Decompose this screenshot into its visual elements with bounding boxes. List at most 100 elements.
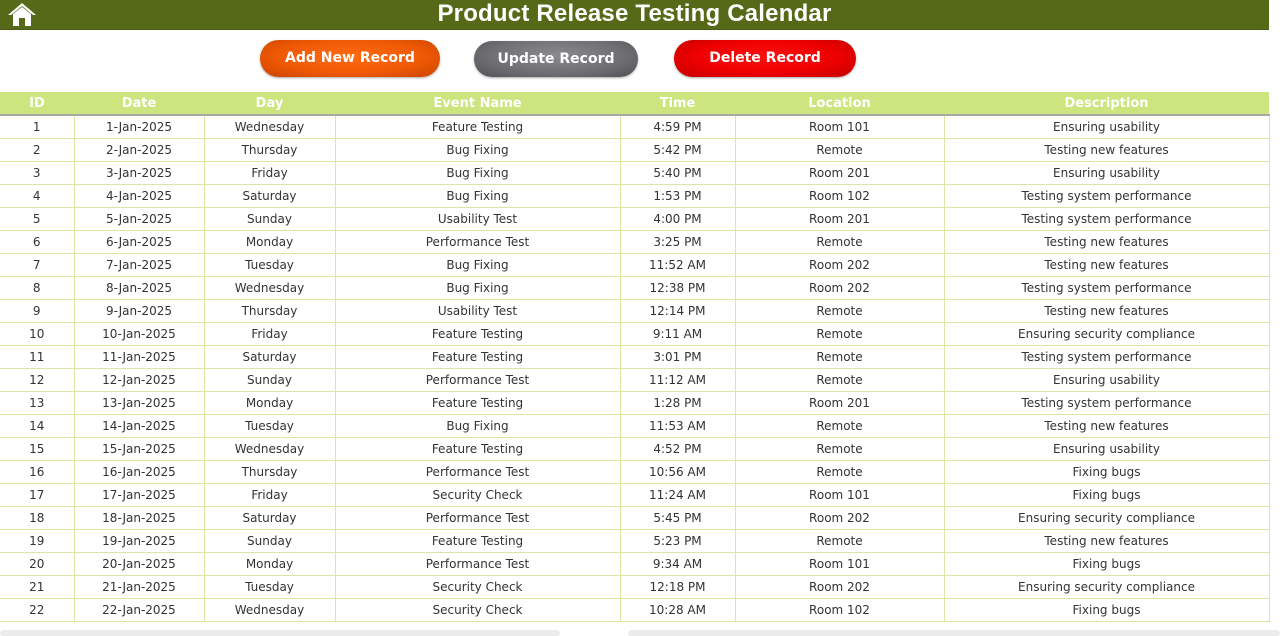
- cell-description[interactable]: Testing system performance: [944, 207, 1270, 231]
- cell-day[interactable]: Saturday: [204, 506, 336, 530]
- cell-time[interactable]: 1:28 PM: [620, 391, 736, 415]
- table-row[interactable]: 16 16-Jan-2025 Thursday Performance Test 10:…: [0, 460, 1270, 484]
- cell-description[interactable]: Ensuring usability: [944, 115, 1270, 139]
- cell-id[interactable]: 8: [0, 276, 75, 300]
- table-row[interactable]: 13 13-Jan-2025 Monday Feature Testing 1:28 P…: [0, 391, 1270, 415]
- cell-date[interactable]: 11-Jan-2025: [74, 345, 205, 369]
- cell-time[interactable]: 12:18 PM: [620, 575, 736, 599]
- cell-date[interactable]: 17-Jan-2025: [74, 483, 205, 507]
- cell-event-name[interactable]: Usability Test: [335, 299, 621, 323]
- cell-date[interactable]: 22-Jan-2025: [74, 598, 205, 622]
- cell-date[interactable]: 9-Jan-2025: [74, 299, 205, 323]
- cell-location[interactable]: Remote: [735, 437, 945, 461]
- cell-date[interactable]: 10-Jan-2025: [74, 322, 205, 346]
- cell-id[interactable]: 20: [0, 552, 75, 576]
- cell-event-name[interactable]: Feature Testing: [335, 115, 621, 139]
- cell-day[interactable]: Tuesday: [204, 253, 336, 277]
- cell-location[interactable]: Room 101: [735, 115, 945, 139]
- column-header-event-name[interactable]: Event Name: [335, 92, 620, 116]
- add-new-record-button[interactable]: Add New Record: [260, 40, 440, 77]
- cell-location[interactable]: Remote: [735, 345, 945, 369]
- cell-time[interactable]: 3:01 PM: [620, 345, 736, 369]
- cell-time[interactable]: 5:45 PM: [620, 506, 736, 530]
- cell-date[interactable]: 21-Jan-2025: [74, 575, 205, 599]
- table-row[interactable]: 4 4-Jan-2025 Saturday Bug Fixing 1:53 PM Room…: [0, 184, 1270, 208]
- cell-event-name[interactable]: Feature Testing: [335, 345, 621, 369]
- table-row[interactable]: 10 10-Jan-2025 Friday Feature Testing 9:11 A…: [0, 322, 1270, 346]
- cell-time[interactable]: 1:53 PM: [620, 184, 736, 208]
- cell-location[interactable]: Room 201: [735, 207, 945, 231]
- cell-id[interactable]: 15: [0, 437, 75, 461]
- cell-time[interactable]: 11:53 AM: [620, 414, 736, 438]
- cell-event-name[interactable]: Feature Testing: [335, 391, 621, 415]
- cell-description[interactable]: Fixing bugs: [944, 460, 1270, 484]
- table-row[interactable]: 17 17-Jan-2025 Friday Security Check 11:24 A…: [0, 483, 1270, 507]
- cell-day[interactable]: Friday: [204, 483, 336, 507]
- cell-location[interactable]: Room 202: [735, 575, 945, 599]
- cell-event-name[interactable]: Performance Test: [335, 230, 621, 254]
- cell-date[interactable]: 14-Jan-2025: [74, 414, 205, 438]
- cell-id[interactable]: 4: [0, 184, 75, 208]
- cell-location[interactable]: Room 101: [735, 552, 945, 576]
- cell-description[interactable]: Testing system performance: [944, 184, 1270, 208]
- cell-event-name[interactable]: Bug Fixing: [335, 276, 621, 300]
- cell-day[interactable]: Monday: [204, 230, 336, 254]
- cell-day[interactable]: Wednesday: [204, 598, 336, 622]
- cell-description[interactable]: Testing new features: [944, 414, 1270, 438]
- cell-id[interactable]: 13: [0, 391, 75, 415]
- cell-time[interactable]: 12:38 PM: [620, 276, 736, 300]
- cell-location[interactable]: Room 202: [735, 276, 945, 300]
- cell-day[interactable]: Saturday: [204, 184, 336, 208]
- cell-description[interactable]: Testing new features: [944, 138, 1270, 162]
- cell-event-name[interactable]: Feature Testing: [335, 322, 621, 346]
- cell-event-name[interactable]: Performance Test: [335, 460, 621, 484]
- cell-day[interactable]: Monday: [204, 391, 336, 415]
- cell-location[interactable]: Room 202: [735, 506, 945, 530]
- cell-id[interactable]: 16: [0, 460, 75, 484]
- cell-date[interactable]: 2-Jan-2025: [74, 138, 205, 162]
- cell-id[interactable]: 6: [0, 230, 75, 254]
- cell-id[interactable]: 7: [0, 253, 75, 277]
- cell-id[interactable]: 19: [0, 529, 75, 553]
- cell-time[interactable]: 10:28 AM: [620, 598, 736, 622]
- cell-day[interactable]: Sunday: [204, 529, 336, 553]
- column-header-date[interactable]: Date: [74, 92, 204, 116]
- cell-time[interactable]: 5:23 PM: [620, 529, 736, 553]
- cell-location[interactable]: Remote: [735, 529, 945, 553]
- cell-location[interactable]: Room 102: [735, 184, 945, 208]
- cell-description[interactable]: Testing system performance: [944, 276, 1270, 300]
- cell-description[interactable]: Testing new features: [944, 253, 1270, 277]
- cell-id[interactable]: 12: [0, 368, 75, 392]
- cell-day[interactable]: Saturday: [204, 345, 336, 369]
- cell-id[interactable]: 5: [0, 207, 75, 231]
- cell-id[interactable]: 1: [0, 115, 75, 139]
- cell-description[interactable]: Ensuring usability: [944, 368, 1270, 392]
- cell-time[interactable]: 9:11 AM: [620, 322, 736, 346]
- cell-location[interactable]: Room 201: [735, 161, 945, 185]
- cell-day[interactable]: Wednesday: [204, 437, 336, 461]
- cell-location[interactable]: Room 101: [735, 483, 945, 507]
- cell-id[interactable]: 10: [0, 322, 75, 346]
- cell-location[interactable]: Remote: [735, 322, 945, 346]
- table-row[interactable]: 22 22-Jan-2025 Wednesday Security Check 10:2…: [0, 598, 1270, 622]
- cell-description[interactable]: Testing system performance: [944, 345, 1270, 369]
- cell-date[interactable]: 19-Jan-2025: [74, 529, 205, 553]
- cell-id[interactable]: 14: [0, 414, 75, 438]
- table-row[interactable]: 6 6-Jan-2025 Monday Performance Test 3:25 PM…: [0, 230, 1270, 254]
- cell-event-name[interactable]: Performance Test: [335, 368, 621, 392]
- column-header-time[interactable]: Time: [620, 92, 735, 116]
- cell-date[interactable]: 16-Jan-2025: [74, 460, 205, 484]
- cell-location[interactable]: Remote: [735, 414, 945, 438]
- table-row[interactable]: 8 8-Jan-2025 Wednesday Bug Fixing 12:38 PM Ro…: [0, 276, 1270, 300]
- cell-description[interactable]: Fixing bugs: [944, 598, 1270, 622]
- cell-location[interactable]: Remote: [735, 368, 945, 392]
- cell-date[interactable]: 20-Jan-2025: [74, 552, 205, 576]
- cell-description[interactable]: Testing new features: [944, 230, 1270, 254]
- cell-event-name[interactable]: Security Check: [335, 598, 621, 622]
- cell-time[interactable]: 11:52 AM: [620, 253, 736, 277]
- table-row[interactable]: 3 3-Jan-2025 Friday Bug Fixing 5:40 PM Room 2…: [0, 161, 1270, 185]
- cell-date[interactable]: 1-Jan-2025: [74, 115, 205, 139]
- cell-event-name[interactable]: Bug Fixing: [335, 414, 621, 438]
- cell-id[interactable]: 17: [0, 483, 75, 507]
- cell-date[interactable]: 15-Jan-2025: [74, 437, 205, 461]
